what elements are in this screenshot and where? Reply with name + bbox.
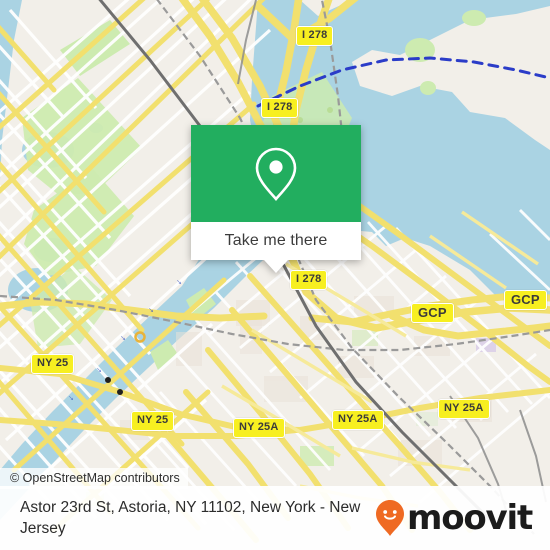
svg-text:↘: ↘ — [96, 366, 102, 374]
moovit-wordmark: moovit — [406, 498, 533, 538]
road-shield: NY 25 — [31, 354, 75, 374]
road-shield: GCP — [504, 290, 547, 310]
road-shield: NY 25A — [332, 410, 384, 430]
road-shield: NY 25A — [233, 418, 285, 438]
road-shield: I 278 — [290, 270, 328, 290]
moovit-logo[interactable]: moovit — [375, 498, 533, 538]
popup-pointer-tail — [264, 260, 288, 273]
road-shield: GCP — [411, 303, 454, 323]
svg-text:↘: ↘ — [176, 278, 182, 286]
road-shield: NY 25A — [438, 399, 490, 419]
location-title: Astor 23rd St, Astoria, NY 11102, New Yo… — [20, 499, 361, 537]
popup-image-area — [191, 125, 361, 222]
moovit-smiling-pin-icon — [375, 500, 404, 536]
road-shield: NY 25 — [131, 411, 175, 431]
svg-text:↘: ↘ — [68, 394, 74, 402]
svg-text:↘: ↘ — [148, 306, 154, 314]
attribution-text: © OpenStreetMap contributors — [10, 471, 180, 485]
footer-bar: Astor 23rd St, Astoria, NY 11102, New Yo… — [0, 486, 550, 550]
svg-text:↘: ↘ — [120, 334, 126, 342]
map-pin-icon — [255, 147, 297, 201]
moovit-station-map-screenshot: ↘↘ ↘↘ ↘↘ I 278 I 278 I 278 GCP GCP NY 25… — [0, 0, 550, 550]
road-shield: I 278 — [261, 98, 299, 118]
road-shield: I 278 — [296, 26, 334, 46]
take-me-there-button[interactable]: Take me there — [191, 222, 361, 260]
station-popup-card[interactable]: Take me there — [191, 125, 361, 273]
take-me-there-label: Take me there — [224, 232, 328, 249]
